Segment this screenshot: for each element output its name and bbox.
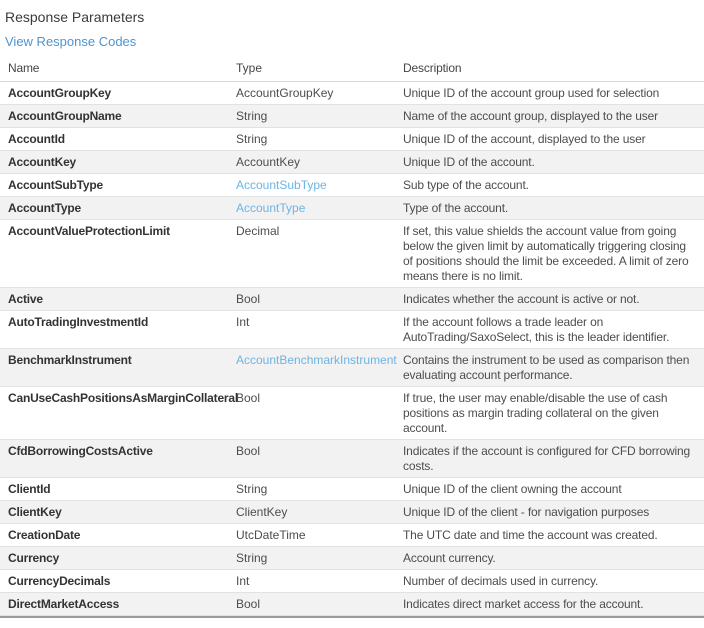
- param-type: String: [236, 105, 403, 127]
- param-type: String: [236, 547, 403, 569]
- param-type: ClientKey: [236, 501, 403, 523]
- param-type: AccountGroupKey: [236, 82, 403, 104]
- param-name: CfdBorrowingCostsActive: [0, 440, 236, 462]
- param-description: If set, this value shields the account v…: [403, 220, 704, 287]
- table-header-row: Name Type Description: [0, 55, 704, 82]
- param-description: Unique ID of the client owning the accou…: [403, 478, 704, 500]
- param-name: CreationDate: [0, 524, 236, 546]
- response-parameters-section: Response Parameters View Response Codes …: [0, 8, 704, 618]
- param-type: UtcDateTime: [236, 524, 403, 546]
- table-row: CfdBorrowingCostsActive Bool Indicates i…: [0, 440, 704, 478]
- param-description: Contains the instrument to be used as co…: [403, 349, 704, 386]
- param-description: Indicates if the account is configured f…: [403, 440, 704, 477]
- param-description: If the account follows a trade leader on…: [403, 311, 704, 348]
- param-name: BenchmarkInstrument: [0, 349, 236, 371]
- column-header-description: Description: [403, 55, 704, 81]
- param-name: CanUseCashPositionsAsMarginCollateral: [0, 387, 236, 409]
- table-row: BenchmarkInstrument AccountBenchmarkInst…: [0, 349, 704, 387]
- param-description: Indicates direct market access for the a…: [403, 593, 704, 615]
- table-row: AccountValueProtectionLimit Decimal If s…: [0, 220, 704, 288]
- param-name: ClientId: [0, 478, 236, 500]
- param-type: String: [236, 478, 403, 500]
- param-type-link[interactable]: AccountSubType: [236, 174, 403, 196]
- table-row: Active Bool Indicates whether the accoun…: [0, 288, 704, 311]
- param-type: AccountKey: [236, 151, 403, 173]
- param-description: Type of the account.: [403, 197, 704, 219]
- table-row: AccountKey AccountKey Unique ID of the a…: [0, 151, 704, 174]
- column-header-name: Name: [0, 55, 236, 81]
- param-type: Int: [236, 311, 403, 333]
- param-description: The UTC date and time the account was cr…: [403, 524, 704, 546]
- param-name: Currency: [0, 547, 236, 569]
- param-description: Indicates whether the account is active …: [403, 288, 704, 310]
- param-name: AccountId: [0, 128, 236, 150]
- page-title: Response Parameters: [5, 8, 704, 26]
- param-name: AccountGroupKey: [0, 82, 236, 104]
- param-description: Unique ID of the client - for navigation…: [403, 501, 704, 523]
- param-type: String: [236, 128, 403, 150]
- table-row: AccountGroupKey AccountGroupKey Unique I…: [0, 82, 704, 105]
- param-description: Unique ID of the account, displayed to t…: [403, 128, 704, 150]
- param-description: Number of decimals used in currency.: [403, 570, 704, 592]
- column-header-type: Type: [236, 55, 403, 81]
- param-type-link[interactable]: AccountType: [236, 197, 403, 219]
- table-row: AccountId String Unique ID of the accoun…: [0, 128, 704, 151]
- param-name: AutoTradingInvestmentId: [0, 311, 236, 333]
- param-name: AccountValueProtectionLimit: [0, 220, 236, 242]
- param-name: Active: [0, 288, 236, 310]
- view-response-codes-link[interactable]: View Response Codes: [5, 34, 136, 49]
- table-row: CanUseCashPositionsAsMarginCollateral Bo…: [0, 387, 704, 440]
- table-row: DirectMarketAccess Bool Indicates direct…: [0, 593, 704, 616]
- param-description: If true, the user may enable/disable the…: [403, 387, 704, 439]
- param-type: Bool: [236, 440, 403, 462]
- table-row: ClientKey ClientKey Unique ID of the cli…: [0, 501, 704, 524]
- param-type: Bool: [236, 387, 403, 409]
- param-name: DirectMarketAccess: [0, 593, 236, 615]
- param-name: AccountType: [0, 197, 236, 219]
- param-type-link[interactable]: AccountBenchmarkInstrument: [236, 349, 403, 371]
- table-body: AccountGroupKey AccountGroupKey Unique I…: [0, 82, 704, 616]
- param-type: Bool: [236, 593, 403, 615]
- param-description: Unique ID of the account group used for …: [403, 82, 704, 104]
- table-row: Currency String Account currency.: [0, 547, 704, 570]
- table-row: AutoTradingInvestmentId Int If the accou…: [0, 311, 704, 349]
- param-description: Unique ID of the account.: [403, 151, 704, 173]
- param-type: Bool: [236, 288, 403, 310]
- param-description: Sub type of the account.: [403, 174, 704, 196]
- param-name: CurrencyDecimals: [0, 570, 236, 592]
- param-name: ClientKey: [0, 501, 236, 523]
- param-description: Account currency.: [403, 547, 704, 569]
- table-row: AccountType AccountType Type of the acco…: [0, 197, 704, 220]
- param-name: AccountGroupName: [0, 105, 236, 127]
- param-type: Int: [236, 570, 403, 592]
- table-row: AccountGroupName String Name of the acco…: [0, 105, 704, 128]
- table-row: CurrencyDecimals Int Number of decimals …: [0, 570, 704, 593]
- param-description: Name of the account group, displayed to …: [403, 105, 704, 127]
- param-type: Decimal: [236, 220, 403, 242]
- table-row: AccountSubType AccountSubType Sub type o…: [0, 174, 704, 197]
- table-row: ClientId String Unique ID of the client …: [0, 478, 704, 501]
- param-name: AccountSubType: [0, 174, 236, 196]
- parameters-table: Name Type Description AccountGroupKey Ac…: [0, 55, 704, 618]
- table-row: CreationDate UtcDateTime The UTC date an…: [0, 524, 704, 547]
- param-name: AccountKey: [0, 151, 236, 173]
